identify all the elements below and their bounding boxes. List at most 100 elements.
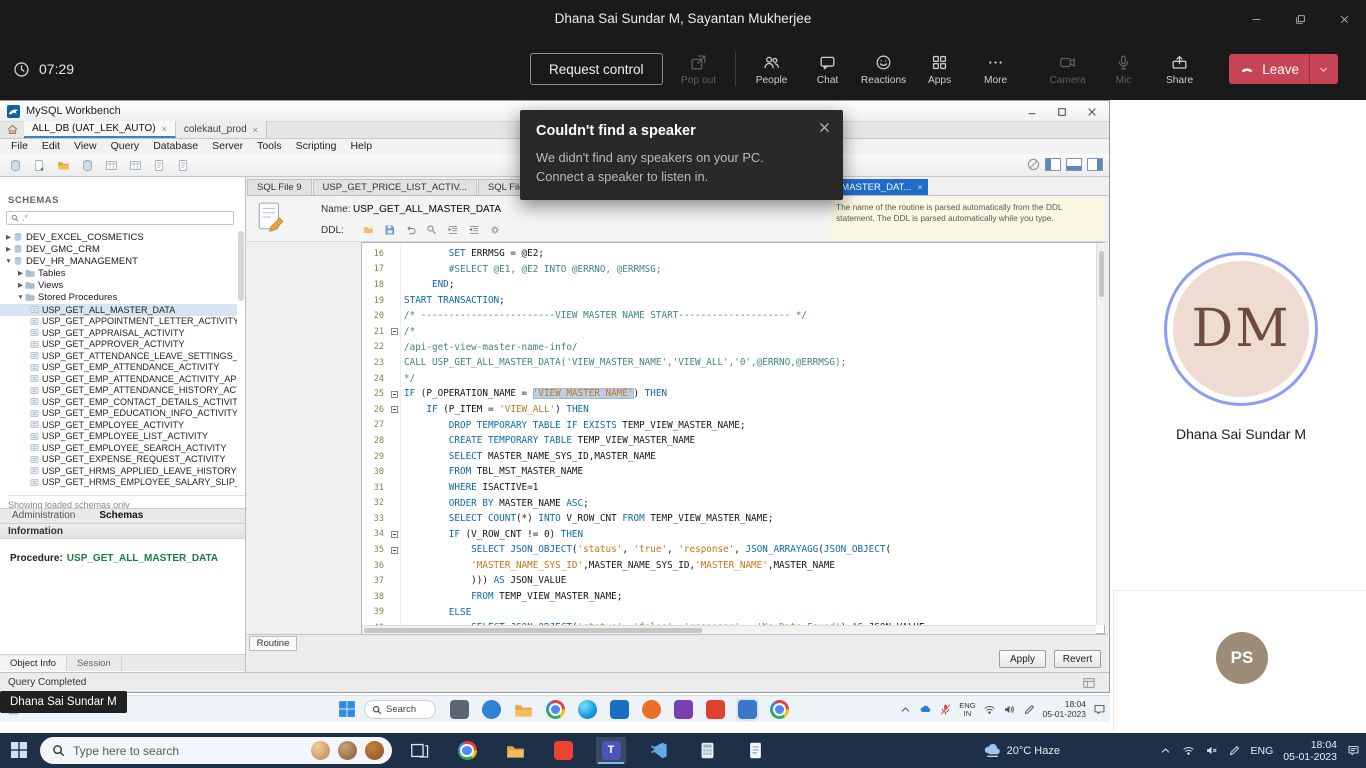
options-icon[interactable] — [487, 223, 502, 237]
create-view-icon[interactable] — [126, 157, 144, 174]
browser-icon[interactable] — [768, 698, 791, 721]
home-icon[interactable] — [0, 121, 24, 138]
expand-icon[interactable]: ▶ — [4, 233, 13, 241]
create-table-icon[interactable] — [102, 157, 120, 174]
routine-tab[interactable]: Routine — [249, 636, 297, 651]
toggle-left-panel-icon[interactable] — [1045, 158, 1061, 171]
procedure-item[interactable]: USP_GET_ALL_MASTER_DATA — [0, 304, 237, 316]
firefox-icon[interactable] — [640, 698, 663, 721]
revert-icon[interactable] — [403, 223, 418, 237]
procedure-item[interactable]: USP_GET_ATTENDANCE_LEAVE_SETTINGS_AC — [0, 350, 237, 362]
start-button[interactable] — [10, 741, 28, 759]
reactions-button[interactable]: Reactions — [856, 53, 912, 86]
adobe-app-icon[interactable] — [548, 737, 578, 764]
mic-muted-icon[interactable] — [939, 703, 952, 716]
tab-object-info[interactable]: Object Info — [0, 656, 67, 671]
search-highlight-icon[interactable] — [365, 741, 384, 760]
request-control-button[interactable]: Request control — [530, 53, 663, 85]
procedure-item[interactable]: USP_GET_EXPENSE_REQUEST_ACTIVITY — [0, 454, 237, 466]
minimize-button[interactable] — [1234, 0, 1278, 38]
tree-item-dev-excel-cosmetics[interactable]: ▶DEV_EXCEL_COSMETICS — [0, 231, 237, 243]
wifi-icon[interactable] — [1182, 744, 1195, 757]
fold-marker-icon[interactable] — [391, 406, 398, 413]
procedure-item[interactable]: USP_GET_APPOINTMENT_LETTER_ACTIVITY — [0, 316, 237, 328]
procedure-item[interactable]: USP_GET_HRMS_EMPLOYEE_SALARY_SLIP_A — [0, 477, 237, 489]
linkedin-icon[interactable] — [608, 698, 631, 721]
task-view-icon[interactable] — [404, 737, 434, 764]
weather-widget[interactable]: 20°C Haze — [984, 733, 1060, 768]
wifi-icon[interactable] — [983, 703, 996, 716]
indent-icon[interactable] — [445, 223, 460, 237]
toggle-bottom-panel-icon[interactable] — [1066, 158, 1082, 171]
mysql-workbench-icon[interactable] — [736, 698, 759, 721]
mic-button[interactable]: Mic — [1096, 53, 1152, 86]
tree-item-views[interactable]: ▶Views — [0, 279, 237, 291]
notepad-icon[interactable] — [740, 737, 770, 764]
close-tab-icon[interactable]: × — [253, 125, 258, 135]
notepad-icon[interactable] — [448, 698, 471, 721]
search-icon[interactable] — [424, 223, 439, 237]
menu-edit[interactable]: Edit — [35, 139, 67, 154]
procedure-item[interactable]: USP_GET_EMP_ATTENDANCE_ACTIVITY — [0, 362, 237, 374]
connection-tab[interactable]: ALL_DB (UAT_LEK_AUTO)× — [24, 121, 176, 138]
status-panel-icon[interactable] — [1083, 677, 1095, 689]
close-tab-icon[interactable]: × — [162, 124, 167, 134]
expand-icon[interactable]: ▶ — [16, 281, 25, 289]
taskbar-search[interactable]: Search — [364, 700, 436, 719]
sql-tab[interactable]: USP_GET_PRICE_LIST_ACTIV... — [313, 179, 477, 195]
volume-muted-icon[interactable] — [1205, 744, 1218, 757]
outdent-icon[interactable] — [466, 223, 481, 237]
revert-button[interactable]: Revert — [1054, 650, 1101, 668]
leave-button[interactable]: Leave — [1229, 54, 1338, 84]
sql-tab[interactable]: SQL File 9 — [247, 179, 312, 195]
expand-icon[interactable]: ▶ — [16, 269, 25, 277]
toast-close-icon[interactable] — [818, 121, 831, 134]
edge-icon[interactable] — [576, 698, 599, 721]
pen-icon[interactable] — [1023, 703, 1036, 716]
open-script-icon[interactable] — [54, 157, 72, 174]
chat-icon[interactable] — [480, 698, 503, 721]
fold-marker-icon[interactable] — [391, 391, 398, 398]
procedure-item[interactable]: USP_GET_EMPLOYEE_SEARCH_ACTIVITY — [0, 442, 237, 454]
procedure-item[interactable]: USP_GET_EMP_ATTENDANCE_ACTIVITY_APP — [0, 373, 237, 385]
participant-tile-main[interactable]: DM — [1164, 252, 1318, 406]
create-procedure-icon[interactable] — [150, 157, 168, 174]
pop-out-button[interactable]: Pop out — [671, 53, 727, 86]
toggle-right-panel-icon[interactable] — [1087, 158, 1103, 171]
tree-item-stored-procedures[interactable]: ▼Stored Procedures — [0, 291, 237, 303]
tree-item-dev-gmc-crm[interactable]: ▶DEV_GMC_CRM — [0, 243, 237, 255]
ddl-code-editor[interactable]: 16 SET ERRMSG = @E2;17 #SELECT @E1, @E2 … — [361, 242, 1105, 634]
language-indicator[interactable]: ENG — [1251, 745, 1274, 757]
pen-icon[interactable] — [1228, 744, 1241, 757]
tree-item-dev-hr-management[interactable]: ▼DEV_HR_MANAGEMENT — [0, 255, 237, 267]
fold-marker-icon[interactable] — [391, 328, 398, 335]
notifications-icon[interactable] — [1093, 703, 1106, 716]
close-tab-icon[interactable]: × — [917, 182, 922, 192]
maximize-button[interactable] — [1278, 0, 1322, 38]
more-button[interactable]: More — [968, 53, 1024, 86]
search-highlight-icon[interactable] — [338, 741, 357, 760]
app-red-icon[interactable] — [704, 698, 727, 721]
action-center-icon[interactable] — [1347, 744, 1360, 757]
vscode-icon[interactable] — [644, 737, 674, 764]
menu-server[interactable]: Server — [205, 139, 250, 154]
file-explorer-icon[interactable] — [500, 737, 530, 764]
new-connection-icon[interactable] — [6, 157, 24, 174]
procedure-item[interactable]: USP_GET_HRMS_APPLIED_LEAVE_HISTORY_A — [0, 465, 237, 477]
app-purple-icon[interactable] — [672, 698, 695, 721]
clock-indicator[interactable]: 18:0405-01-2023 — [1043, 700, 1086, 719]
create-function-icon[interactable] — [174, 157, 192, 174]
clock-indicator[interactable]: 18:0405-01-2023 — [1283, 739, 1337, 763]
taskbar-search-input[interactable]: Type here to search — [40, 737, 392, 764]
menu-file[interactable]: File — [4, 139, 35, 154]
share-button[interactable]: Share — [1152, 53, 1208, 86]
menu-database[interactable]: Database — [146, 139, 205, 154]
file-explorer-icon[interactable] — [512, 698, 535, 721]
procedure-item[interactable]: USP_GET_APPRAISAL_ACTIVITY — [0, 327, 237, 339]
start-button[interactable] — [338, 700, 356, 718]
active-editor-tab[interactable]: _MASTER_DAT... × — [830, 179, 928, 195]
fold-marker-icon[interactable] — [391, 531, 398, 538]
expand-icon[interactable]: ▶ — [4, 245, 13, 253]
wb-minimize-button[interactable] — [1017, 101, 1047, 122]
calculator-icon[interactable] — [692, 737, 722, 764]
